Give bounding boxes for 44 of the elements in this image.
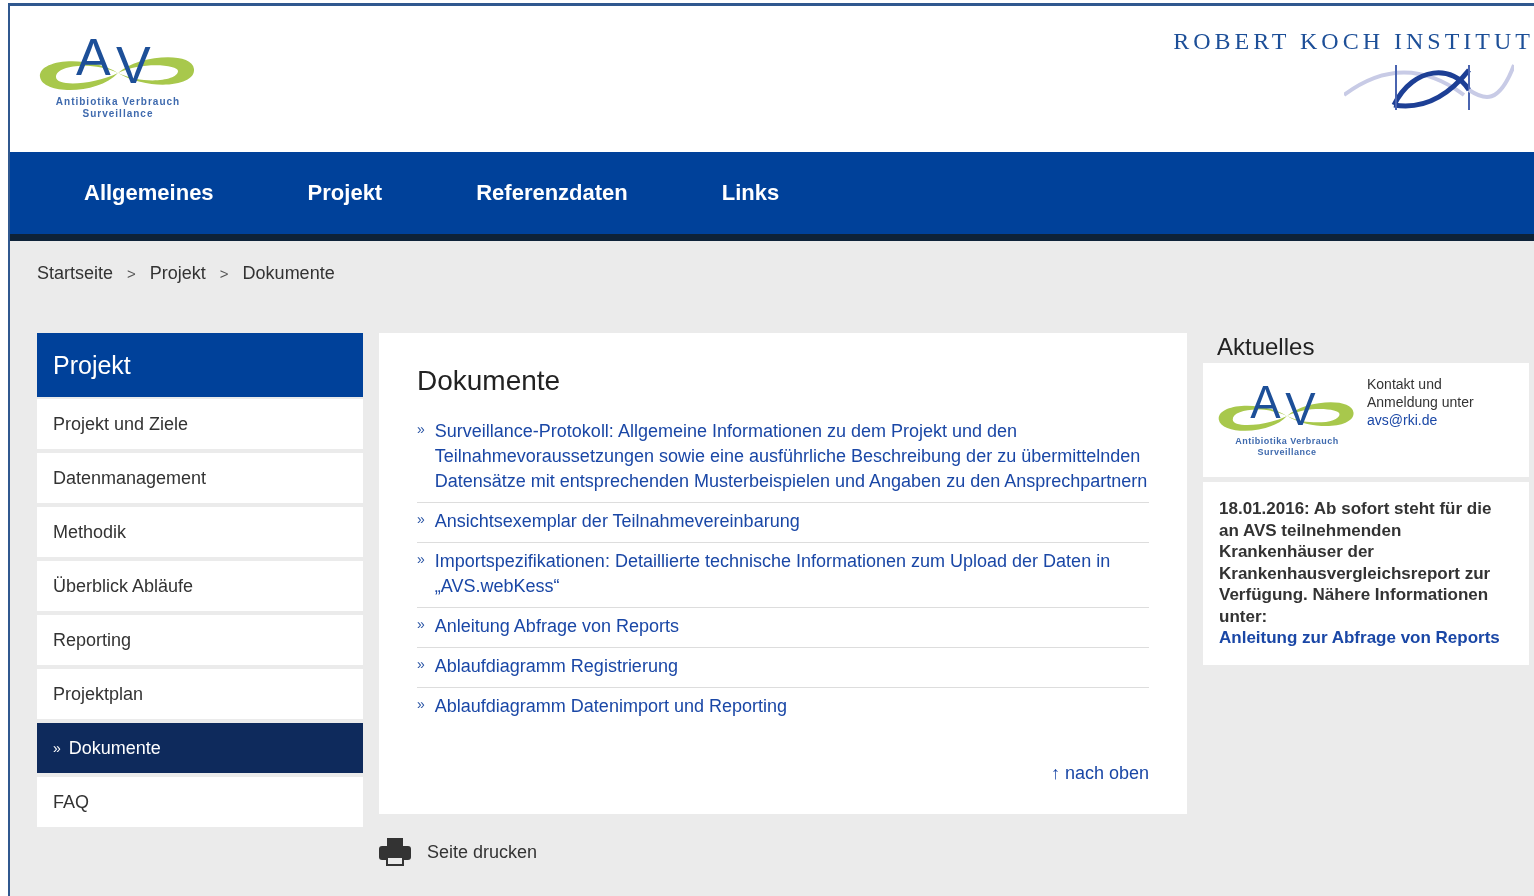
email-link[interactable]: avs@rki.de [1367, 412, 1438, 428]
news-link[interactable]: Anleitung zur Abfrage von Reports [1219, 628, 1500, 647]
contact-text: Kontakt und Anmeldung unter [1367, 375, 1475, 411]
nav-item[interactable]: Links [721, 180, 780, 206]
section-title: Aktuelles [1217, 333, 1316, 361]
nav-item[interactable]: Allgemeines [84, 180, 214, 206]
document-link[interactable]: Anleitung Abfrage von Reports [434, 614, 679, 639]
sidebar-item[interactable]: Projekt und Ziele [37, 399, 363, 449]
document-link[interactable]: Ablaufdiagramm Datenimport und Reporting [434, 694, 787, 719]
list-marker: » [417, 655, 425, 674]
back-to-top-link[interactable]: ↑ nach oben [1050, 763, 1149, 784]
breadcrumb-link[interactable]: Startseite [37, 263, 114, 333]
breadcrumb-separator: > [219, 264, 229, 284]
nav-item[interactable]: Referenzdaten [476, 180, 628, 206]
logo-caption: Antibiotika Verbrauch [55, 96, 181, 108]
list-marker: » [417, 550, 425, 569]
print-link[interactable]: Seite drucken [427, 841, 538, 863]
sidebar-item[interactable]: Datenmanagement [37, 453, 363, 503]
printer-icon[interactable] [379, 838, 411, 866]
sidebar-item[interactable]: FAQ [37, 777, 363, 827]
logo-caption: Surveillance [82, 108, 154, 120]
breadcrumb-separator: > [127, 264, 136, 284]
sidebar-item[interactable]: Überblick Abläufe [37, 561, 363, 611]
list-marker: » [417, 420, 425, 439]
logo-caption: Antibiotika Verbrauch [1235, 436, 1339, 447]
nav-item[interactable]: Projekt [307, 180, 383, 206]
logo-caption: Surveillance [1257, 447, 1317, 458]
list-marker: » [417, 615, 425, 634]
sidebar-item[interactable]: Methodik [37, 507, 363, 557]
list-marker: » [417, 510, 425, 529]
document-link[interactable]: Ansichtsexemplar der Teilnahmevereinbarung [434, 509, 800, 534]
sidebar-title: Projekt [37, 333, 363, 397]
page-title: Dokumente [417, 365, 562, 397]
news-text: 18.01.2016: Ab sofort steht für die an AVS teilnehmenden Krankenhäuser der Krankenhausvergleichsreport zur Verfügung. Nähere Informationen unter: Anleitung zur Abfrage von Reports [1219, 498, 1499, 649]
breadcrumb-link[interactable]: Projekt [149, 263, 206, 333]
sidebar-item[interactable]: Reporting [37, 615, 363, 665]
breadcrumb-link[interactable]: Dokumente [242, 263, 335, 333]
document-link[interactable]: Importspezifikationen: Detaillierte technische Informationen zum Upload der Daten in „AVS.webKess“ [434, 549, 1149, 599]
sidebar-item[interactable]: » Dokumente [37, 723, 363, 773]
list-marker: » [417, 695, 425, 714]
document-link[interactable]: Surveillance-Protokoll: Allgemeine Informationen zu dem Projekt und den Teilnahmevoraussetzungen sowie eine ausführliche Beschreibung der zu übermittelnden Datensätze mit entsprechenden Musterbeispielen und Angaben zu den Ansprechpartnern [434, 419, 1149, 494]
document-link[interactable]: Ablaufdiagramm Registrierung [434, 654, 678, 679]
institute-name: ROBERT KOCH INSTITUT [1173, 28, 1534, 55]
sidebar-item[interactable]: Projektplan [37, 669, 363, 719]
